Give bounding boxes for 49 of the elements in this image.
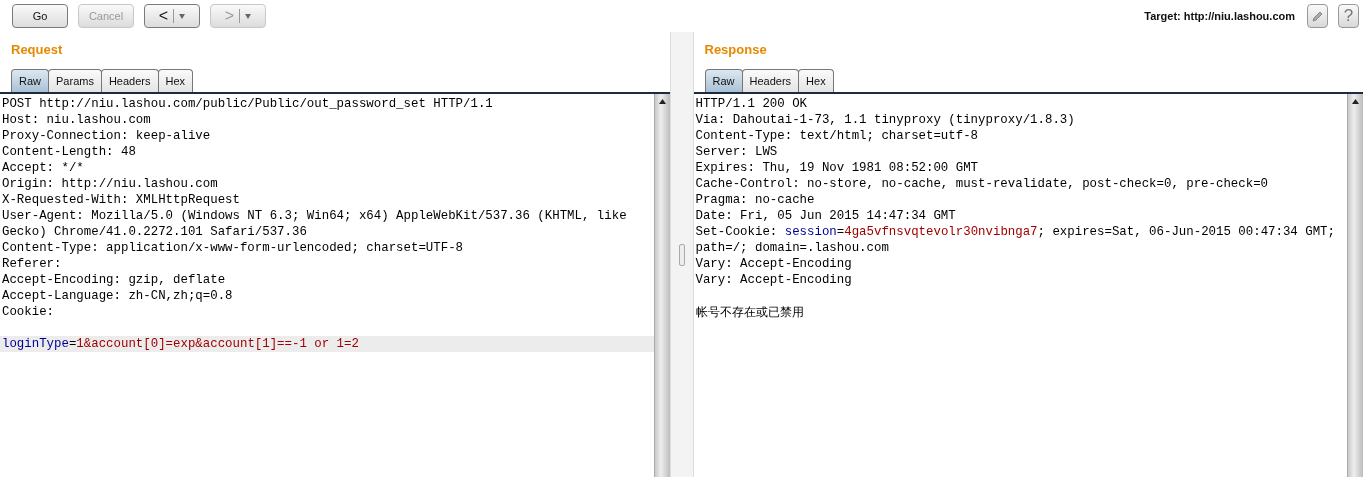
up-arrow-icon[interactable] — [658, 98, 666, 104]
panel-title: Request — [10, 41, 64, 58]
tab[interactable]: Headers — [100, 69, 159, 92]
text-line: Proxy-Connection: keep-alive — [1, 128, 212, 144]
text-line: X-Requested-With: XMLHttpRequest — [1, 192, 241, 208]
text-line: Accept-Encoding: gzip, deflate — [1, 272, 227, 288]
text-line: Cookie: — [1, 304, 56, 320]
help-button[interactable]: ? — [1338, 4, 1359, 28]
text-line: Date: Fri, 05 Jun 2015 14:47:34 GMT — [694, 208, 957, 224]
text-line: Pragma: no-cache — [694, 192, 816, 208]
text-line: 帐号不存在或已禁用 — [694, 304, 805, 320]
toolbar-button[interactable]: Go — [12, 4, 68, 28]
text-line: Via: Dahoutai-1-73, 1.1 tinyproxy (tinyproxy/1.8.3) — [694, 112, 1076, 128]
text-line: Content-Length: 48 — [1, 144, 137, 160]
edit-button[interactable] — [1307, 4, 1328, 28]
scrollbar[interactable] — [653, 94, 670, 477]
tab[interactable]: Raw — [11, 69, 49, 92]
tab[interactable]: Hex — [798, 69, 834, 92]
text-line: Gecko) Chrome/41.0.2272.101 Safari/537.36 — [1, 224, 308, 240]
text-line: Accept: */* — [1, 160, 85, 176]
scrollbar[interactable] — [1347, 94, 1363, 477]
text-line: path=/; domain=.lashou.com — [694, 240, 890, 256]
history-button[interactable]: < — [144, 4, 200, 28]
pencil-icon — [1311, 9, 1324, 23]
text-line: Host: niu.lashou.com — [1, 112, 152, 128]
text-line: POST http://niu.lashou.com/public/Public/out_password_set HTTP/1.1 — [1, 96, 494, 112]
tab[interactable]: Hex — [157, 69, 194, 92]
up-arrow-icon[interactable] — [1352, 98, 1359, 104]
text-line: Origin: http://niu.lashou.com — [1, 176, 219, 192]
text-line: User-Agent: Mozilla/5.0 (Windows NT 6.3; Win64; x64) AppleWebKit/537.36 (KHTML, like — [1, 208, 628, 224]
caret-icon — [245, 13, 252, 19]
text-line: Expires: Thu, 19 Nov 1981 08:52:00 GMT — [694, 160, 980, 176]
split-handle[interactable] — [678, 243, 685, 266]
text-line: Cache-Control: no-store, no-cache, must-revalidate, post-check=0, pre-check=0 — [694, 176, 1270, 192]
text-line: Accept-Language: zh-CN,zh;q=0.8 — [1, 288, 234, 304]
text-line: Server: LWS — [694, 144, 779, 160]
text-line: Set-Cookie: session=4ga5vfnsvqtevolr30nvibnga7; expires=Sat, 06-Jun-2015 00:47:34 GMT; — [694, 224, 1336, 240]
text-line: Vary: Accept-Encoding — [694, 256, 853, 272]
tab[interactable]: Params — [48, 69, 102, 92]
text-line: HTTP/1.1 200 OK — [694, 96, 809, 112]
text-line: Content-Type: application/x-www-form-urlencoded; charset=UTF-8 — [1, 240, 464, 256]
text-line: Vary: Accept-Encoding — [694, 272, 853, 288]
target-label: Target: http://niu.lashou.com — [1144, 10, 1295, 22]
panel-title: Response — [703, 41, 768, 58]
tab[interactable]: Headers — [741, 69, 800, 92]
text-line: Content-Type: text/html; charset=utf-8 — [694, 128, 980, 144]
tab[interactable]: Raw — [704, 69, 743, 92]
text-line: Referer: — [1, 256, 63, 272]
caret-icon — [179, 13, 186, 19]
